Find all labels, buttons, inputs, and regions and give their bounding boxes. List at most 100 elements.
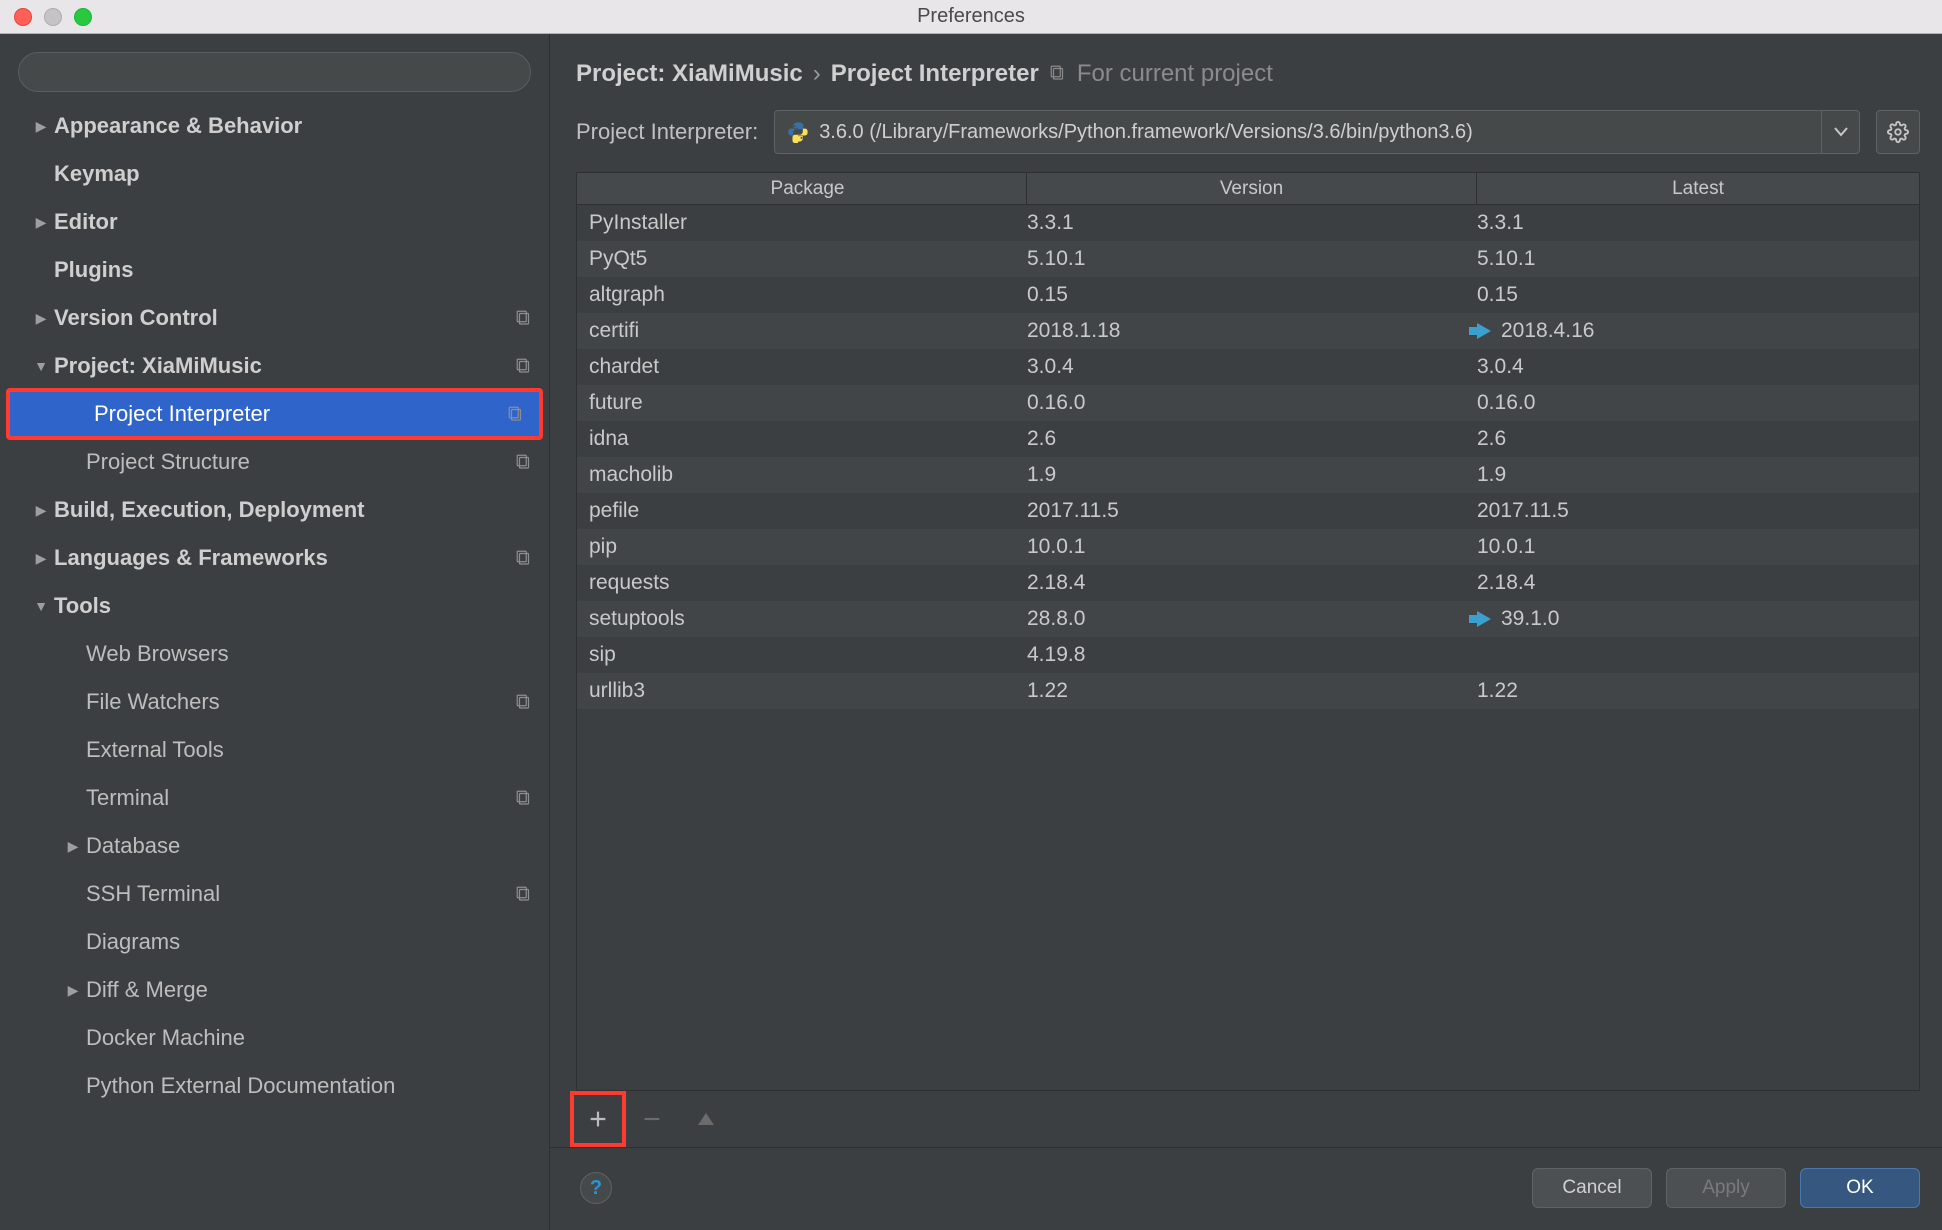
package-row[interactable]: chardet3.0.43.0.4 (577, 349, 1919, 385)
package-row[interactable]: macholib1.91.9 (577, 457, 1919, 493)
sidebar-item-diff-merge[interactable]: ▶Diff & Merge (0, 966, 549, 1014)
package-row[interactable]: certifi2018.1.182018.4.16 (577, 313, 1919, 349)
traffic-lights (14, 8, 92, 26)
column-header-package[interactable]: Package (577, 173, 1027, 204)
tree-arrow-icon: ▶ (60, 838, 86, 855)
sidebar-item-project-structure[interactable]: Project Structure (0, 438, 549, 486)
zoom-window-button[interactable] (74, 8, 92, 26)
sidebar-item-web-browsers[interactable]: Web Browsers (0, 630, 549, 678)
close-window-button[interactable] (14, 8, 32, 26)
add-package-button[interactable] (576, 1097, 620, 1141)
sidebar-item-project-interpreter[interactable]: Project Interpreter (8, 390, 541, 438)
sidebar-item-external-tools[interactable]: External Tools (0, 726, 549, 774)
cancel-button[interactable]: Cancel (1532, 1168, 1652, 1208)
sidebar-item-label: Database (86, 833, 535, 859)
minimize-window-button[interactable] (44, 8, 62, 26)
package-name: sip (577, 637, 1027, 673)
package-row[interactable]: PyInstaller3.3.13.3.1 (577, 205, 1919, 241)
sidebar-item-ssh-terminal[interactable]: SSH Terminal (0, 870, 549, 918)
sidebar-item-plugins[interactable]: Plugins (0, 246, 549, 294)
package-version: 2018.1.18 (1027, 313, 1477, 349)
package-name: urllib3 (577, 673, 1027, 709)
preferences-search-input[interactable] (18, 52, 531, 92)
sidebar-item-version-control[interactable]: ▶Version Control (0, 294, 549, 342)
sidebar-item-docker-machine[interactable]: Docker Machine (0, 1014, 549, 1062)
ok-button[interactable]: OK (1800, 1168, 1920, 1208)
sidebar-item-database[interactable]: ▶Database (0, 822, 549, 870)
column-header-latest[interactable]: Latest (1477, 173, 1919, 204)
sidebar-item-editor[interactable]: ▶Editor (0, 198, 549, 246)
sidebar-item-label: Docker Machine (86, 1025, 535, 1051)
sidebar-item-label: File Watchers (86, 689, 513, 715)
package-version: 3.3.1 (1027, 205, 1477, 241)
package-name: requests (577, 565, 1027, 601)
interpreter-combobox[interactable]: 3.6.0 (/Library/Frameworks/Python.framew… (774, 110, 1860, 154)
interpreter-dropdown-button[interactable] (1821, 111, 1859, 153)
packages-toolbar (576, 1091, 1920, 1147)
breadcrumb: Project: XiaMiMusic › Project Interprete… (550, 34, 1942, 104)
package-row[interactable]: setuptools28.8.039.1.0 (577, 601, 1919, 637)
package-name: macholib (577, 457, 1027, 493)
package-version: 10.0.1 (1027, 529, 1477, 565)
sidebar-item-label: Appearance & Behavior (54, 113, 535, 139)
window-titlebar: Preferences (0, 0, 1942, 34)
apply-button[interactable]: Apply (1666, 1168, 1786, 1208)
package-latest: 10.0.1 (1477, 535, 1535, 559)
sidebar-item-file-watchers[interactable]: File Watchers (0, 678, 549, 726)
sidebar-item-diagrams[interactable]: Diagrams (0, 918, 549, 966)
sidebar-item-label: Diagrams (86, 929, 535, 955)
sidebar-item-languages-frameworks[interactable]: ▶Languages & Frameworks (0, 534, 549, 582)
sidebar-item-label: Version Control (54, 305, 513, 331)
package-name: idna (577, 421, 1027, 457)
sidebar-item-project-xiamimusic[interactable]: ▼Project: XiaMiMusic (0, 342, 549, 390)
sidebar-item-python-external-documentation[interactable]: Python External Documentation (0, 1062, 549, 1110)
package-row[interactable]: sip4.19.8 (577, 637, 1919, 673)
interpreter-settings-button[interactable] (1876, 110, 1920, 154)
remove-package-button[interactable] (630, 1097, 674, 1141)
sidebar-item-label: Build, Execution, Deployment (54, 497, 535, 523)
interpreter-value: 3.6.0 (/Library/Frameworks/Python.framew… (819, 121, 1805, 144)
package-row[interactable]: requests2.18.42.18.4 (577, 565, 1919, 601)
interpreter-label: Project Interpreter: (576, 119, 758, 145)
help-button[interactable]: ? (580, 1172, 612, 1204)
package-latest: 39.1.0 (1501, 607, 1559, 631)
tree-arrow-icon: ▶ (60, 982, 86, 999)
column-header-version[interactable]: Version (1027, 173, 1477, 204)
package-name: future (577, 385, 1027, 421)
sidebar-item-label: Project Interpreter (94, 401, 505, 427)
per-project-icon (513, 691, 535, 713)
tree-arrow-icon: ▶ (28, 502, 54, 519)
scope-icon (1049, 64, 1069, 84)
sidebar-item-terminal[interactable]: Terminal (0, 774, 549, 822)
package-row[interactable]: altgraph0.150.15 (577, 277, 1919, 313)
package-latest: 0.15 (1477, 283, 1518, 307)
tree-arrow-icon: ▼ (28, 598, 54, 614)
sidebar-item-label: Diff & Merge (86, 977, 535, 1003)
upgrade-package-button[interactable] (684, 1097, 728, 1141)
packages-table: Package Version Latest PyInstaller3.3.13… (576, 172, 1920, 1091)
sidebar-item-build-execution-deployment[interactable]: ▶Build, Execution, Deployment (0, 486, 549, 534)
package-row[interactable]: PyQt55.10.15.10.1 (577, 241, 1919, 277)
per-project-icon (513, 307, 535, 329)
package-version: 0.15 (1027, 277, 1477, 313)
package-row[interactable]: pip10.0.110.0.1 (577, 529, 1919, 565)
sidebar-item-tools[interactable]: ▼Tools (0, 582, 549, 630)
package-row[interactable]: urllib31.221.22 (577, 673, 1919, 709)
sidebar-item-label: Python External Documentation (86, 1073, 535, 1099)
preferences-sidebar: ▶Appearance & BehaviorKeymap▶EditorPlugi… (0, 34, 550, 1230)
tree-arrow-icon: ▶ (28, 310, 54, 327)
package-row[interactable]: pefile2017.11.52017.11.5 (577, 493, 1919, 529)
per-project-icon (513, 451, 535, 473)
sidebar-item-keymap[interactable]: Keymap (0, 150, 549, 198)
package-version: 0.16.0 (1027, 385, 1477, 421)
package-latest: 0.16.0 (1477, 391, 1535, 415)
package-row[interactable]: future0.16.00.16.0 (577, 385, 1919, 421)
per-project-icon (513, 355, 535, 377)
package-latest: 3.3.1 (1477, 211, 1524, 235)
per-project-icon (513, 883, 535, 905)
package-name: PyInstaller (577, 205, 1027, 241)
package-row[interactable]: idna2.62.6 (577, 421, 1919, 457)
package-version: 4.19.8 (1027, 637, 1477, 673)
sidebar-item-appearance-behavior[interactable]: ▶Appearance & Behavior (0, 102, 549, 150)
package-latest: 3.0.4 (1477, 355, 1524, 379)
